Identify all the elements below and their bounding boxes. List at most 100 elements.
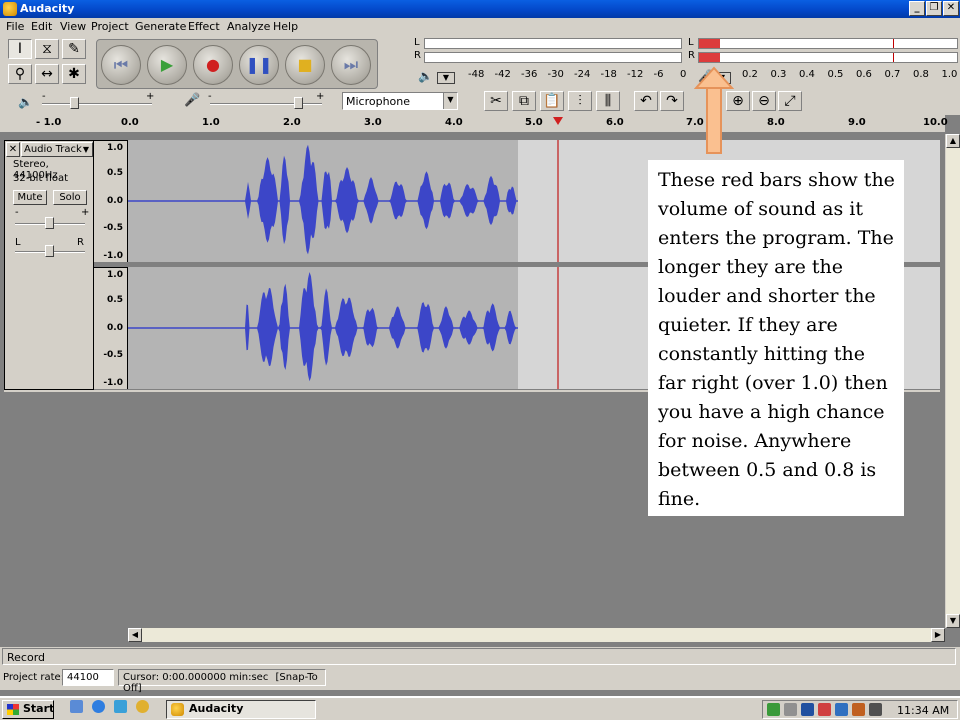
multi-tool-icon[interactable]: ✱ <box>62 64 86 84</box>
paste-icon[interactable]: 📋 <box>540 91 564 111</box>
ruler-label: 10.0 <box>923 117 948 128</box>
menu-project[interactable]: Project <box>91 20 129 33</box>
meter-scale-label: -42 <box>494 69 511 80</box>
horizontal-scrollbar[interactable]: ◀ ▶ <box>128 628 945 642</box>
stop-button[interactable]: ■ <box>285 45 325 85</box>
stop-icon: ■ <box>297 55 313 74</box>
scroll-down-icon[interactable]: ▼ <box>946 614 960 628</box>
copy-icon[interactable]: ⧉ <box>512 91 536 111</box>
play-button[interactable]: ▶ <box>147 45 187 85</box>
redo-icon[interactable]: ↷ <box>660 91 684 111</box>
output-meter-menu-button[interactable]: ▼ <box>437 72 455 84</box>
menu-file[interactable]: File <box>6 20 24 33</box>
ruler-label: - 1.0 <box>36 117 62 128</box>
gain-plus-label: + <box>81 207 90 218</box>
start-button[interactable]: Start <box>2 700 54 719</box>
trim-icon[interactable]: ⫶ <box>568 91 592 111</box>
meter-scale-label: 0.2 <box>742 69 758 80</box>
scale-label: 0.5 <box>107 168 123 178</box>
audacity-app-icon <box>3 2 17 16</box>
mute-button[interactable]: Mute <box>13 190 47 205</box>
menu-edit[interactable]: Edit <box>31 20 52 33</box>
undo-icon[interactable]: ↶ <box>634 91 658 111</box>
output-volume-slider[interactable] <box>70 97 79 109</box>
toolbar-area: I ⧖ ✎ ⚲ ↔ ✱ ⏮ ▶ ● ❚❚ ■ ⏭ L R 🔈 ▼ -48 -42-… <box>0 35 960 115</box>
menu-generate[interactable]: Generate <box>135 20 186 33</box>
clock: 11:34 AM <box>897 704 950 717</box>
zoom-in-icon[interactable]: ⊕ <box>726 91 750 111</box>
menu-bar: File Edit View Project Generate Effect A… <box>0 18 960 35</box>
input-meter-right <box>698 52 958 63</box>
track-close-button[interactable]: ✕ <box>6 142 20 157</box>
zoom-out-icon[interactable]: ⊖ <box>752 91 776 111</box>
taskbar-audacity-button[interactable]: Audacity <box>166 700 316 719</box>
vertical-scrollbar[interactable]: ▲ ▼ <box>945 134 960 628</box>
tray-security-icon[interactable] <box>818 703 831 716</box>
gain-slider[interactable] <box>45 217 54 229</box>
restore-button[interactable]: ❐ <box>926 1 942 16</box>
ruler-label: 1.0 <box>202 117 220 128</box>
media-player-icon[interactable] <box>136 700 149 713</box>
menu-analyze[interactable]: Analyze <box>227 20 270 33</box>
show-desktop-icon[interactable] <box>70 700 83 713</box>
transport-panel: ⏮ ▶ ● ❚❚ ■ ⏭ <box>96 39 378 89</box>
tray-volume-icon[interactable] <box>784 703 797 716</box>
input-volume-slider[interactable] <box>294 97 303 109</box>
meter-scale-label: 0.6 <box>856 69 872 80</box>
fit-window-icon[interactable]: ⤢ <box>778 91 802 111</box>
gain-minus-label: - <box>15 207 19 218</box>
meter-scale-label: 0.5 <box>827 69 844 80</box>
outlook-icon[interactable] <box>114 700 127 713</box>
callout-arrow-shaft <box>706 87 722 154</box>
ruler-label: 8.0 <box>767 117 785 128</box>
output-volume-minus: - <box>42 91 46 102</box>
record-button[interactable]: ● <box>193 45 233 85</box>
skip-start-button[interactable]: ⏮ <box>101 45 141 85</box>
input-meter-left <box>698 38 958 49</box>
minimize-button[interactable]: _ <box>909 1 925 16</box>
menu-effect[interactable]: Effect <box>188 20 220 33</box>
scroll-up-icon[interactable]: ▲ <box>946 134 960 148</box>
menu-view[interactable]: View <box>60 20 86 33</box>
timeline-ruler[interactable]: - 1.0 0.0 1.0 2.0 3.0 4.0 5.0 6.0 7.0 8.… <box>0 115 948 133</box>
input-source-select[interactable]: Microphone ▼ <box>342 92 458 110</box>
scroll-left-icon[interactable]: ◀ <box>128 628 142 642</box>
tray-printer-icon[interactable] <box>869 703 882 716</box>
timeshift-tool-icon[interactable]: ↔ <box>35 64 59 84</box>
project-rate-field[interactable]: 44100 <box>62 669 114 686</box>
play-icon: ▶ <box>160 55 174 74</box>
ruler-label: 5.0 <box>525 117 543 128</box>
track-name: Audio Track <box>24 144 82 155</box>
scroll-right-icon[interactable]: ▶ <box>931 628 945 642</box>
scale-label: 1.0 <box>107 143 123 153</box>
pan-slider[interactable] <box>45 245 54 257</box>
scale-label: -0.5 <box>103 223 123 233</box>
tray-shield-icon[interactable] <box>835 703 848 716</box>
tray-monitor-icon[interactable] <box>801 703 814 716</box>
skip-start-icon: ⏮ <box>113 55 129 74</box>
meter-scale-label: -30 <box>547 69 564 80</box>
output-volume-track <box>42 103 152 105</box>
pause-button[interactable]: ❚❚ <box>239 45 279 85</box>
solo-button[interactable]: Solo <box>53 190 87 205</box>
menu-help[interactable]: Help <box>273 20 298 33</box>
callout-note: These red bars show the volume of sound … <box>648 160 904 516</box>
ruler-label: 0.0 <box>121 117 139 128</box>
selection-tool-icon[interactable]: I <box>8 39 32 59</box>
ruler-label: 2.0 <box>283 117 301 128</box>
meter-scale-label: -18 <box>600 69 617 80</box>
tray-network-icon[interactable] <box>767 703 780 716</box>
silence-icon[interactable]: ⫼ <box>596 91 620 111</box>
input-level-right-fill <box>699 53 720 62</box>
cut-icon[interactable]: ✂ <box>484 91 508 111</box>
track-name-menu[interactable]: Audio Track ▼ <box>21 142 93 157</box>
zoom-tool-icon[interactable]: ⚲ <box>8 64 32 84</box>
draw-tool-icon[interactable]: ✎ <box>62 39 86 59</box>
skip-end-button[interactable]: ⏭ <box>331 45 371 85</box>
output-volume-plus: + <box>146 91 155 102</box>
envelope-tool-icon[interactable]: ⧖ <box>35 39 59 59</box>
meter-scale-label: 0.3 <box>770 69 787 80</box>
tray-update-icon[interactable] <box>852 703 865 716</box>
internet-explorer-icon[interactable] <box>92 700 105 713</box>
close-button[interactable]: ✕ <box>943 1 959 16</box>
